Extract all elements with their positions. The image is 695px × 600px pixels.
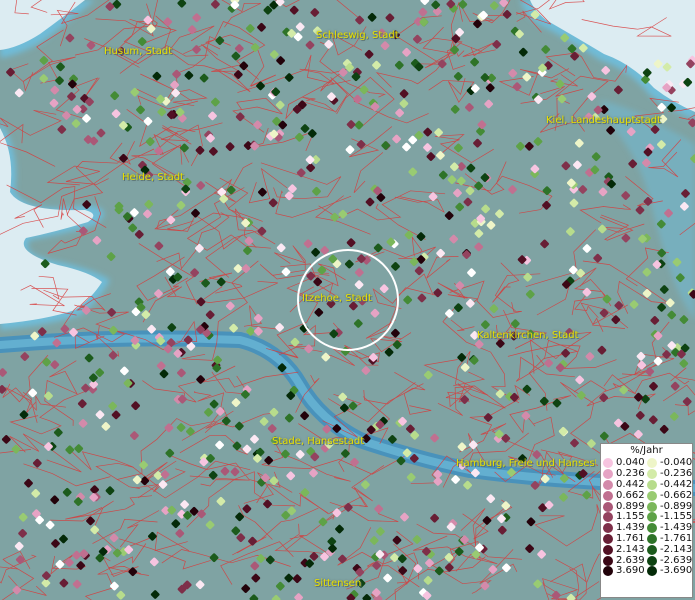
place-label-schleswig: Schleswig, Stadt [316,30,399,41]
legend-entry: 0.236 [603,469,647,480]
legend-value: -0.662 [660,489,693,501]
legend-value: -3.690 [660,565,693,577]
legend-swatch [603,523,613,534]
legend-swatch [647,490,657,501]
legend-value: 0.662 [616,489,645,501]
legend-positive-column: 0.040 0.236 0.442 0.662 0.899 1.155 1.439 1.761… [603,458,647,577]
legend-value: 2.143 [616,543,645,555]
legend-swatch [647,544,657,555]
legend-swatch [603,533,613,544]
place-label-kiel: Kiel, Landeshauptstadt [546,115,661,126]
legend-entry: 3.690 [603,566,647,577]
legend-swatch [603,458,613,469]
legend-swatch [603,512,613,523]
legend-swatch [647,512,657,523]
legend-entry: 1.439 [603,523,647,534]
place-label-sittensen: Sittensen [314,578,362,589]
legend-value: 3.690 [616,565,645,577]
legend-entry: -0.236 [647,469,692,480]
legend-entry: 2.143 [603,544,647,555]
map-legend: %/Jahr 0.040 0.236 0.442 0.662 0.899 1.155 1.4… [600,443,693,598]
legend-negative-column: -0.040 -0.236 -0.442 -0.662 -0.899 -1.155 -1.4… [647,458,692,577]
legend-entry: -1.439 [647,523,692,534]
legend-value: -0.442 [660,478,693,490]
legend-value: 1.439 [616,522,645,534]
legend-swatch [603,501,613,512]
legend-entry: 0.040 [603,458,647,469]
legend-value: -0.236 [660,468,693,480]
legend-entry: 1.155 [603,512,647,523]
legend-value: -2.639 [660,554,693,566]
legend-swatch [603,555,613,566]
place-label-husum: Husum, Stadt [104,46,173,57]
legend-swatch [603,479,613,490]
legend-entry: -2.143 [647,544,692,555]
legend-value: 0.236 [616,468,645,480]
legend-swatch [603,544,613,555]
map-view[interactable]: Husum, Stadt Schleswig, Stadt Kiel, Land… [0,0,695,600]
legend-entry: -3.690 [647,566,692,577]
legend-entry: -1.155 [647,512,692,523]
place-label-hamburg: Hamburg, Freie und Hansestadt [456,458,596,469]
legend-entry: 1.761 [603,532,647,545]
legend-value: 2.639 [616,554,645,566]
legend-swatch [603,469,613,480]
legend-entry: -2.639 [647,555,692,566]
legend-entry: -0.442 [647,478,693,491]
legend-swatch [647,501,657,512]
legend-entry: 0.662 [603,490,647,501]
place-label-kaltenkirchen: Kaltenkirchen, Stadt [477,330,579,341]
place-label-itzehoe: Itzehoe, Stadt [302,293,372,304]
legend-entry: 0.442 [603,478,647,491]
legend-value: 0.442 [616,478,645,490]
legend-value: -1.155 [660,511,693,523]
legend-value: 1.761 [616,532,645,544]
legend-swatch [603,490,613,501]
legend-value: -0.040 [660,457,693,469]
place-label-stade: Stade, Hansestadt [272,436,365,447]
legend-entry: -0.040 [647,458,692,469]
place-label-heide: Heide, Stadt [122,172,184,183]
legend-value: 0.899 [616,500,645,512]
legend-swatch [647,523,657,534]
legend-title: %/Jahr [630,445,663,456]
legend-value: -1.439 [660,522,693,534]
legend-swatch [647,479,657,490]
legend-value: 0.040 [616,457,645,469]
legend-swatch [647,566,657,577]
legend-swatch [647,555,657,566]
legend-swatch [647,533,657,544]
legend-value: 1.155 [616,511,645,523]
legend-entry: -1.761 [647,532,693,545]
legend-value: -2.143 [660,543,693,555]
legend-entry: -0.899 [647,501,692,512]
legend-value: -0.899 [660,500,693,512]
legend-swatch [647,458,657,469]
legend-swatch [603,566,613,577]
legend-entry: 0.899 [603,501,647,512]
legend-entry: -0.662 [647,490,692,501]
legend-swatch [647,469,657,480]
legend-entry: 2.639 [603,555,647,566]
legend-value: -1.761 [660,532,693,544]
